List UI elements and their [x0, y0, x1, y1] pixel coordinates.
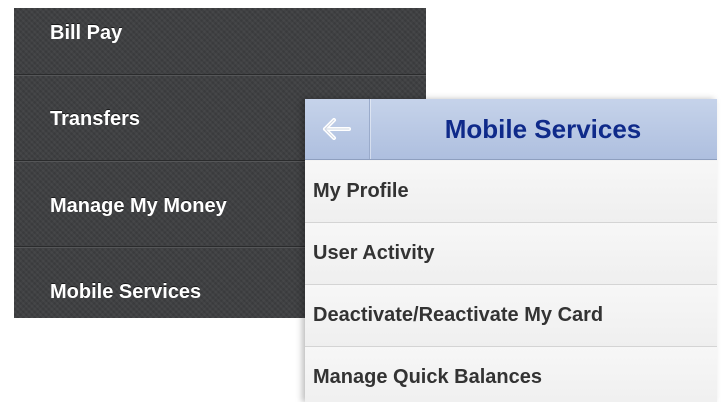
list-item-label: Deactivate/Reactivate My Card — [313, 304, 604, 326]
back-button[interactable] — [305, 99, 370, 159]
app-stage: Bill Pay Transfers Manage My Money Mobil… — [0, 0, 722, 402]
list-item-manage-quick-balances[interactable]: Manage Quick Balances — [305, 347, 717, 402]
list-item-label: Manage Quick Balances — [313, 366, 542, 388]
side-menu-item-label: Transfers — [50, 108, 141, 130]
page-title: Mobile Services — [444, 113, 642, 144]
back-arrow-icon — [323, 118, 351, 140]
list-item-user-activity[interactable]: User Activity — [305, 223, 717, 285]
side-menu-item-label: Mobile Services — [50, 281, 202, 303]
side-menu-item-bill-pay[interactable]: Bill Pay — [14, 22, 426, 45]
list-item-label: User Activity — [313, 242, 435, 264]
side-menu-divider — [14, 74, 426, 76]
mobile-services-panel: Mobile Services My Profile User Activity… — [305, 99, 717, 402]
side-menu-item-label: Manage My Money — [50, 195, 227, 217]
list-item-label: My Profile — [313, 180, 409, 202]
list-item-my-profile[interactable]: My Profile — [305, 161, 717, 223]
panel-header: Mobile Services — [305, 99, 717, 160]
list-item-deactivate-reactivate-card[interactable]: Deactivate/Reactivate My Card — [305, 285, 717, 347]
side-menu-item-label: Bill Pay — [50, 22, 123, 44]
